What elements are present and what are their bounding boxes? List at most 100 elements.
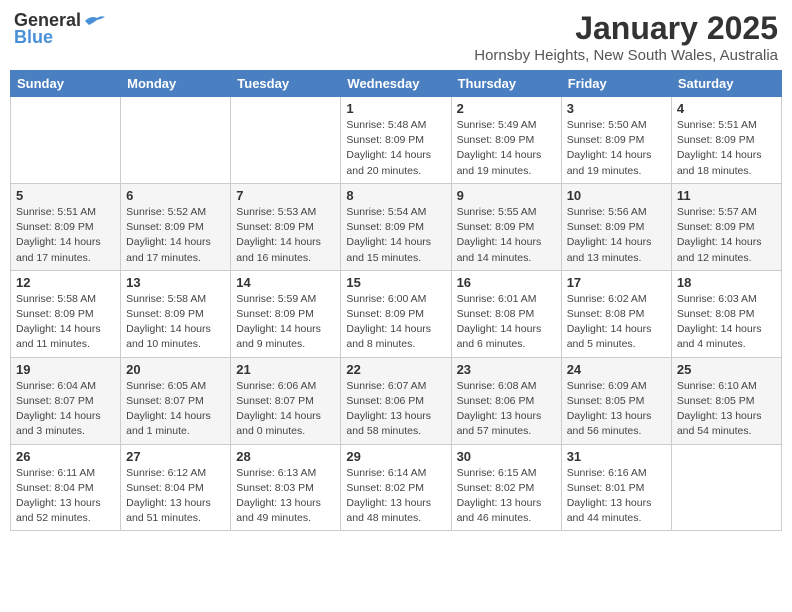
month-title: January 2025 xyxy=(474,10,778,47)
day-detail: Sunrise: 6:16 AMSunset: 8:01 PMDaylight:… xyxy=(567,466,666,527)
day-number: 6 xyxy=(126,188,225,203)
day-number: 25 xyxy=(677,362,776,377)
weekday-header-friday: Friday xyxy=(561,71,671,97)
day-number: 29 xyxy=(346,449,445,464)
day-detail: Sunrise: 6:08 AMSunset: 8:06 PMDaylight:… xyxy=(457,379,556,440)
calendar-cell: 22 Sunrise: 6:07 AMSunset: 8:06 PMDayligh… xyxy=(341,357,451,444)
calendar-cell: 1 Sunrise: 5:48 AMSunset: 8:09 PMDaylight… xyxy=(341,97,451,184)
logo: General Blue xyxy=(14,10,107,48)
day-detail: Sunrise: 6:06 AMSunset: 8:07 PMDaylight:… xyxy=(236,379,335,440)
day-detail: Sunrise: 5:56 AMSunset: 8:09 PMDaylight:… xyxy=(567,205,666,266)
day-detail: Sunrise: 5:51 AMSunset: 8:09 PMDaylight:… xyxy=(677,118,776,179)
day-detail: Sunrise: 5:54 AMSunset: 8:09 PMDaylight:… xyxy=(346,205,445,266)
logo-blue: Blue xyxy=(14,27,53,48)
day-detail: Sunrise: 5:55 AMSunset: 8:09 PMDaylight:… xyxy=(457,205,556,266)
day-detail: Sunrise: 6:11 AMSunset: 8:04 PMDaylight:… xyxy=(16,466,115,527)
day-number: 24 xyxy=(567,362,666,377)
calendar-cell: 15 Sunrise: 6:00 AMSunset: 8:09 PMDayligh… xyxy=(341,270,451,357)
day-detail: Sunrise: 6:00 AMSunset: 8:09 PMDaylight:… xyxy=(346,292,445,353)
calendar-cell xyxy=(121,97,231,184)
calendar-cell: 25 Sunrise: 6:10 AMSunset: 8:05 PMDayligh… xyxy=(671,357,781,444)
day-detail: Sunrise: 6:15 AMSunset: 8:02 PMDaylight:… xyxy=(457,466,556,527)
calendar-cell: 11Sunrise: 5:57 AMSunset: 8:09 PMDayligh… xyxy=(671,183,781,270)
calendar-cell: 20 Sunrise: 6:05 AMSunset: 8:07 PMDayligh… xyxy=(121,357,231,444)
calendar-cell: 9 Sunrise: 5:55 AMSunset: 8:09 PMDaylight… xyxy=(451,183,561,270)
calendar-cell: 5 Sunrise: 5:51 AMSunset: 8:09 PMDaylight… xyxy=(11,183,121,270)
calendar-cell: 7Sunrise: 5:53 AMSunset: 8:09 PMDaylight… xyxy=(231,183,341,270)
day-number: 26 xyxy=(16,449,115,464)
day-detail: Sunrise: 5:59 AMSunset: 8:09 PMDaylight:… xyxy=(236,292,335,353)
calendar-cell: 3 Sunrise: 5:50 AMSunset: 8:09 PMDaylight… xyxy=(561,97,671,184)
calendar: SundayMondayTuesdayWednesdayThursdayFrid… xyxy=(10,70,782,531)
calendar-cell: 30 Sunrise: 6:15 AMSunset: 8:02 PMDayligh… xyxy=(451,444,561,531)
weekday-header-wednesday: Wednesday xyxy=(341,71,451,97)
day-detail: Sunrise: 5:57 AMSunset: 8:09 PMDaylight:… xyxy=(677,205,776,266)
day-number: 5 xyxy=(16,188,115,203)
calendar-cell: 28Sunrise: 6:13 AMSunset: 8:03 PMDayligh… xyxy=(231,444,341,531)
day-detail: Sunrise: 6:02 AMSunset: 8:08 PMDaylight:… xyxy=(567,292,666,353)
calendar-week-5: 26 Sunrise: 6:11 AMSunset: 8:04 PMDayligh… xyxy=(11,444,782,531)
day-number: 16 xyxy=(457,275,556,290)
day-number: 23 xyxy=(457,362,556,377)
calendar-cell: 16 Sunrise: 6:01 AMSunset: 8:08 PMDayligh… xyxy=(451,270,561,357)
calendar-week-2: 5 Sunrise: 5:51 AMSunset: 8:09 PMDaylight… xyxy=(11,183,782,270)
calendar-cell: 4Sunrise: 5:51 AMSunset: 8:09 PMDaylight… xyxy=(671,97,781,184)
day-number: 1 xyxy=(346,101,445,116)
day-detail: Sunrise: 6:14 AMSunset: 8:02 PMDaylight:… xyxy=(346,466,445,527)
calendar-cell: 18 Sunrise: 6:03 AMSunset: 8:08 PMDayligh… xyxy=(671,270,781,357)
day-detail: Sunrise: 5:53 AMSunset: 8:09 PMDaylight:… xyxy=(236,205,335,266)
day-detail: Sunrise: 5:48 AMSunset: 8:09 PMDaylight:… xyxy=(346,118,445,179)
day-detail: Sunrise: 6:01 AMSunset: 8:08 PMDaylight:… xyxy=(457,292,556,353)
day-number: 9 xyxy=(457,188,556,203)
calendar-cell: 12Sunrise: 5:58 AMSunset: 8:09 PMDayligh… xyxy=(11,270,121,357)
day-detail: Sunrise: 6:04 AMSunset: 8:07 PMDaylight:… xyxy=(16,379,115,440)
day-detail: Sunrise: 6:10 AMSunset: 8:05 PMDaylight:… xyxy=(677,379,776,440)
day-number: 21 xyxy=(236,362,335,377)
weekday-header-sunday: Sunday xyxy=(11,71,121,97)
calendar-cell: 19 Sunrise: 6:04 AMSunset: 8:07 PMDayligh… xyxy=(11,357,121,444)
calendar-cell: 10Sunrise: 5:56 AMSunset: 8:09 PMDayligh… xyxy=(561,183,671,270)
calendar-cell: 24 Sunrise: 6:09 AMSunset: 8:05 PMDayligh… xyxy=(561,357,671,444)
day-detail: Sunrise: 5:50 AMSunset: 8:09 PMDaylight:… xyxy=(567,118,666,179)
day-detail: Sunrise: 6:09 AMSunset: 8:05 PMDaylight:… xyxy=(567,379,666,440)
day-detail: Sunrise: 6:03 AMSunset: 8:08 PMDaylight:… xyxy=(677,292,776,353)
day-number: 8 xyxy=(346,188,445,203)
weekday-header-thursday: Thursday xyxy=(451,71,561,97)
day-detail: Sunrise: 6:05 AMSunset: 8:07 PMDaylight:… xyxy=(126,379,225,440)
day-detail: Sunrise: 5:52 AMSunset: 8:09 PMDaylight:… xyxy=(126,205,225,266)
day-detail: Sunrise: 5:58 AMSunset: 8:09 PMDaylight:… xyxy=(126,292,225,353)
calendar-cell: 21 Sunrise: 6:06 AMSunset: 8:07 PMDayligh… xyxy=(231,357,341,444)
page-header: General Blue January 2025 Hornsby Height… xyxy=(10,10,782,64)
day-number: 17 xyxy=(567,275,666,290)
day-number: 22 xyxy=(346,362,445,377)
calendar-cell: 23 Sunrise: 6:08 AMSunset: 8:06 PMDayligh… xyxy=(451,357,561,444)
day-number: 20 xyxy=(126,362,225,377)
day-number: 27 xyxy=(126,449,225,464)
day-number: 15 xyxy=(346,275,445,290)
day-detail: Sunrise: 6:12 AMSunset: 8:04 PMDaylight:… xyxy=(126,466,225,527)
calendar-cell: 8 Sunrise: 5:54 AMSunset: 8:09 PMDaylight… xyxy=(341,183,451,270)
day-detail: Sunrise: 5:51 AMSunset: 8:09 PMDaylight:… xyxy=(16,205,115,266)
calendar-cell: 13 Sunrise: 5:58 AMSunset: 8:09 PMDayligh… xyxy=(121,270,231,357)
calendar-cell xyxy=(231,97,341,184)
calendar-week-1: 1 Sunrise: 5:48 AMSunset: 8:09 PMDaylight… xyxy=(11,97,782,184)
day-number: 19 xyxy=(16,362,115,377)
calendar-cell xyxy=(11,97,121,184)
day-number: 28 xyxy=(236,449,335,464)
day-number: 3 xyxy=(567,101,666,116)
day-number: 18 xyxy=(677,275,776,290)
day-number: 31 xyxy=(567,449,666,464)
day-number: 14 xyxy=(236,275,335,290)
title-block: January 2025 Hornsby Heights, New South … xyxy=(474,10,778,64)
weekday-header-tuesday: Tuesday xyxy=(231,71,341,97)
calendar-cell: 31 Sunrise: 6:16 AMSunset: 8:01 PMDayligh… xyxy=(561,444,671,531)
weekday-header-monday: Monday xyxy=(121,71,231,97)
day-number: 30 xyxy=(457,449,556,464)
day-number: 12 xyxy=(16,275,115,290)
calendar-cell xyxy=(671,444,781,531)
calendar-cell: 29 Sunrise: 6:14 AMSunset: 8:02 PMDayligh… xyxy=(341,444,451,531)
day-number: 13 xyxy=(126,275,225,290)
calendar-week-4: 19 Sunrise: 6:04 AMSunset: 8:07 PMDayligh… xyxy=(11,357,782,444)
calendar-cell: 26 Sunrise: 6:11 AMSunset: 8:04 PMDayligh… xyxy=(11,444,121,531)
day-detail: Sunrise: 6:07 AMSunset: 8:06 PMDaylight:… xyxy=(346,379,445,440)
